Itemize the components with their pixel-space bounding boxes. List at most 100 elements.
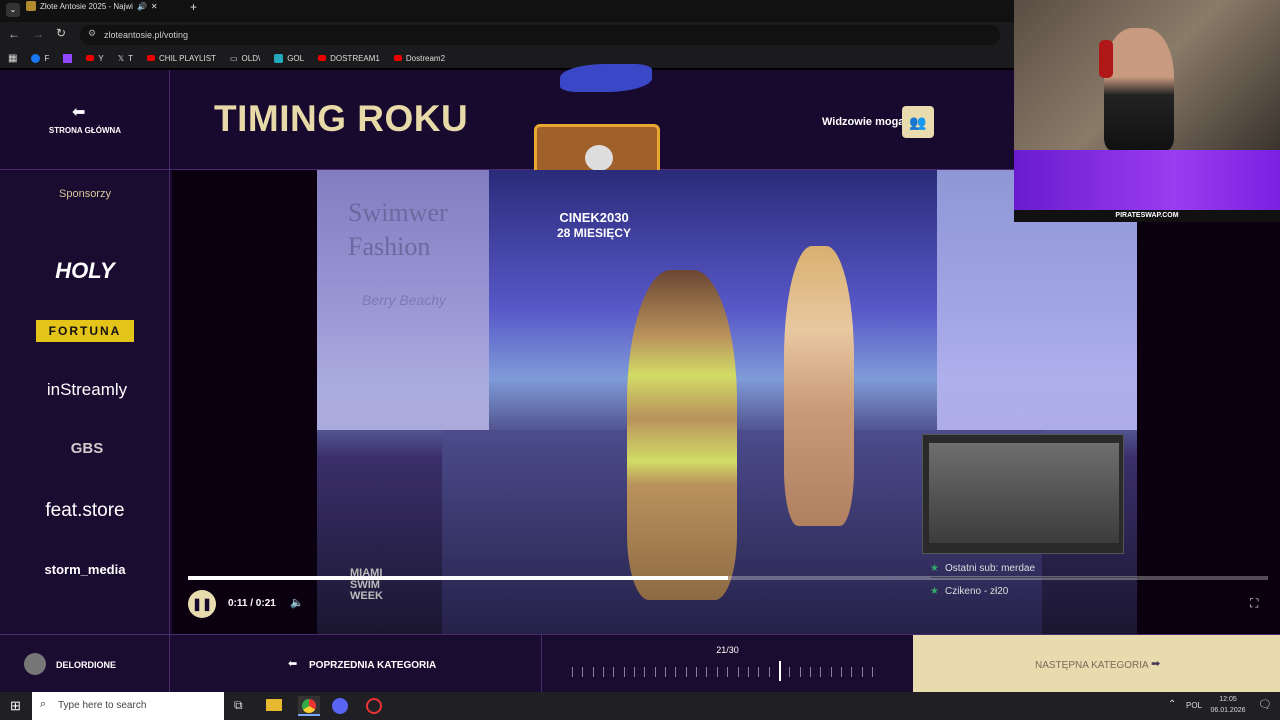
last-donation-row: ★ Czikeno - zł20	[930, 582, 1140, 600]
youtube-icon	[147, 55, 156, 61]
user-profile[interactable]: DELORDIONE	[0, 635, 170, 693]
progress-tick	[634, 667, 636, 677]
tab-search-icon[interactable]: ⌄	[6, 3, 20, 17]
url-field[interactable]: ⚙ zloteantosie.pl/voting	[80, 25, 1000, 45]
fullscreen-icon[interactable]: ⛶	[1250, 596, 1258, 611]
progress-tick	[840, 667, 842, 677]
task-view-icon[interactable]: ⧉	[234, 698, 243, 713]
sponsor-feat-store[interactable]: feat.store	[30, 500, 140, 522]
bookmark-f[interactable]: F	[31, 53, 49, 63]
viewers-label: Widzowie mogą	[822, 116, 905, 128]
pause-button[interactable]: ❚❚	[188, 590, 216, 618]
progress-tick	[789, 667, 791, 677]
obs-icon[interactable]	[366, 698, 382, 714]
sponsor-storm-media[interactable]: storm_media	[32, 562, 138, 577]
sponsor-holy[interactable]: HOLY	[40, 258, 130, 284]
viewers-group-icon[interactable]: 👥	[902, 106, 934, 138]
reload-icon[interactable]: ↻	[56, 26, 66, 40]
arrow-right-icon: ➡	[1151, 658, 1161, 670]
volume-icon[interactable]: 🔈	[290, 596, 304, 609]
clock-date: 06.01.2026	[1210, 707, 1246, 714]
back-arrow-icon[interactable]: ←	[8, 27, 20, 41]
video-model-left	[627, 270, 737, 600]
language-indicator[interactable]: POL	[1186, 701, 1202, 710]
skull-icon	[585, 145, 613, 171]
tab-title: Złote Antosie 2025 - Najwi	[40, 1, 133, 11]
bookmark-dostream2[interactable]: Dostream2	[393, 54, 445, 63]
progress-tick	[716, 667, 718, 677]
back-arrow-icon: ⬅	[72, 104, 86, 121]
avatar	[24, 653, 46, 675]
discord-icon[interactable]	[332, 698, 348, 714]
progress-tick	[747, 667, 749, 677]
youtube-icon	[318, 55, 327, 61]
os-taskbar: ⊞ ⌕ Type here to search ⧉ ⌃ POL 12:05 06…	[0, 692, 1280, 720]
progress-tick	[820, 667, 822, 677]
progress-tick	[603, 667, 605, 677]
new-tab-button[interactable]: +	[190, 0, 197, 14]
bookmark-gol[interactable]: GOL	[274, 53, 304, 63]
progress-tick	[696, 667, 698, 677]
apps-grid-icon[interactable]: ▦	[8, 53, 17, 64]
nominee-duration: 28 MIESIĘCY	[556, 226, 632, 240]
progress-tick	[592, 667, 594, 677]
headset-icon	[1099, 40, 1113, 78]
sponsors-sidebar: Sponsorzy HOLY FORTUNA inStreamly GBS fe…	[0, 170, 170, 634]
notifications-icon[interactable]: 🗨	[1258, 698, 1272, 711]
forward-arrow-icon[interactable]: →	[32, 27, 44, 41]
last-sub-row: ★ Ostatni sub: merdae	[930, 560, 1140, 578]
prev-category-button[interactable]: ⬅ POPRZEDNIA KATEGORIA	[172, 635, 542, 693]
star-icon: ★	[930, 563, 939, 574]
pip-scene	[929, 443, 1119, 543]
taskbar-search[interactable]: ⌕ Type here to search	[32, 692, 224, 720]
home-label: STRONA GŁÓWNA	[48, 126, 122, 135]
progress-tick	[582, 667, 584, 677]
active-tab[interactable]: Złote Antosie 2025 - Najwi 🔊 ✕	[26, 0, 186, 12]
next-category-button[interactable]: NASTĘPNA KATEGORIA ➡	[913, 635, 1280, 693]
sponsor-gbs[interactable]: GBS	[52, 440, 122, 457]
tab-close-icon[interactable]: ✕	[151, 2, 158, 11]
url-text: zloteantosie.pl/voting	[104, 30, 189, 40]
page-footer: DELORDIONE ⬅ POPRZEDNIA KATEGORIA 21/30 …	[0, 634, 1280, 693]
site-info-icon[interactable]: ⚙	[88, 28, 96, 39]
arrow-left-icon: ⬅	[288, 658, 298, 670]
home-link[interactable]: ⬅ STRONA GŁÓWNA	[0, 70, 170, 170]
browser-tab-bar: ⌄ Złote Antosie 2025 - Najwi 🔊 ✕ +	[0, 0, 1014, 22]
bookmark-dostream1[interactable]: DOSTREAM1	[318, 54, 380, 63]
video-event-logo: MIAMI SWIM WEEK	[350, 567, 383, 603]
progress-tick	[685, 667, 687, 677]
star-icon: ★	[930, 585, 939, 597]
streamer-figure	[1104, 28, 1174, 150]
windows-start-icon[interactable]: ⊞	[10, 698, 21, 714]
sponsor-fortuna[interactable]: FORTUNA	[36, 320, 134, 342]
video-watermark-brand: Berry Beachy	[362, 292, 447, 308]
bookmark-y[interactable]: Y	[86, 54, 104, 63]
bookmark-chil-playlist[interactable]: CHIL PLAYLIST	[147, 54, 216, 63]
chrome-icon[interactable]	[298, 696, 320, 716]
pirate-hat-icon	[560, 64, 652, 92]
progress-tick	[572, 667, 573, 677]
audio-icon: 🔊	[136, 1, 147, 11]
progress-text: 21/30	[716, 645, 739, 655]
progress-tick	[851, 667, 853, 677]
facebook-icon	[31, 53, 41, 63]
youtube-icon	[86, 55, 95, 61]
sponsor-instreamly[interactable]: inStreamly	[32, 380, 142, 400]
youtube-icon	[393, 55, 402, 61]
sponsor-url: PIRATESWAP.COM	[1014, 210, 1280, 222]
clock[interactable]: 12:05 06.01.2026	[1206, 694, 1250, 716]
file-explorer-icon[interactable]	[266, 699, 282, 711]
bookmark-t[interactable]: 𝕏T	[118, 54, 133, 63]
bookmarks-bar: ▦ F Y 𝕏T CHIL PLAYLIST ▭ OLD\ GOL DOSTREA…	[0, 48, 1014, 68]
tray-chevron-icon[interactable]: ⌃	[1168, 699, 1176, 710]
bookmark-twitch[interactable]	[63, 53, 73, 63]
progress-tick	[665, 667, 667, 677]
category-title: TIMING ROKU	[214, 98, 469, 139]
address-bar-row: ← → ↻ ⚙ zloteantosie.pl/voting	[0, 22, 1014, 48]
last-sub: Ostatni sub: merdae	[944, 563, 1036, 574]
bookmark-old[interactable]: ▭ OLD\	[230, 54, 260, 63]
next-category-label: NASTĘPNA KATEGORIA	[1035, 660, 1149, 671]
video-progress-fill	[188, 576, 728, 580]
progress-tick	[768, 667, 770, 677]
site-favicon-icon	[26, 1, 36, 11]
